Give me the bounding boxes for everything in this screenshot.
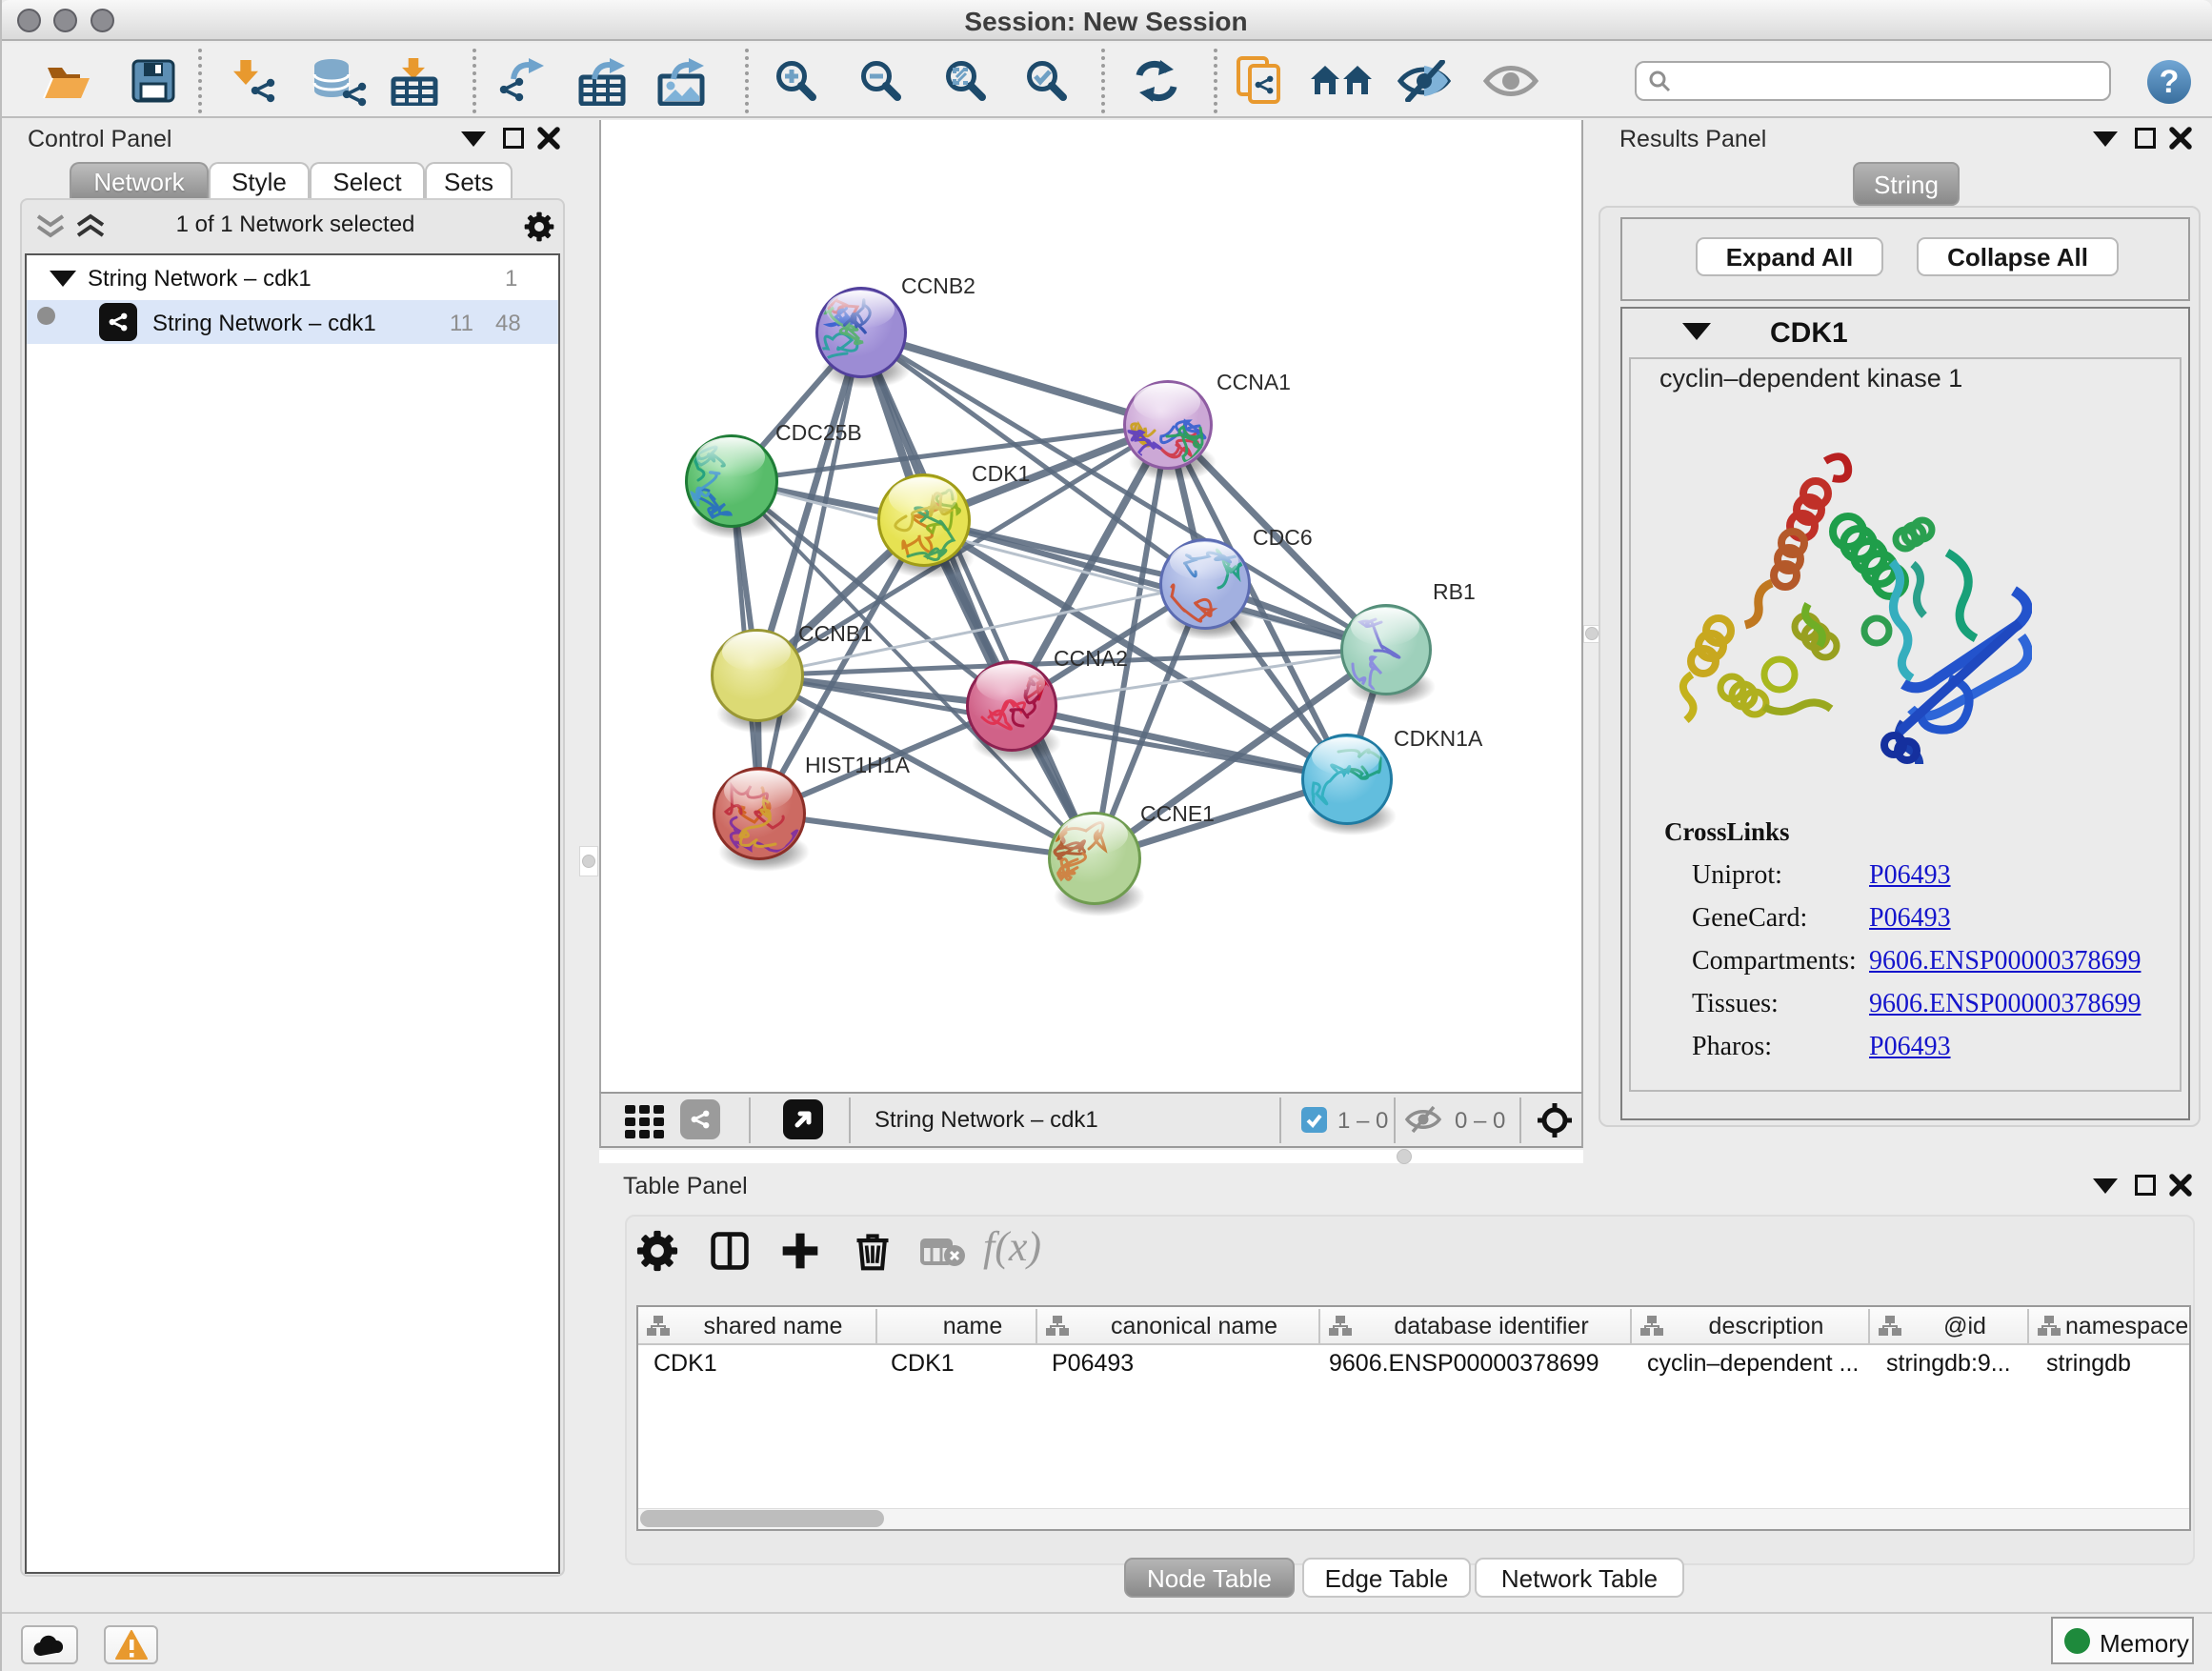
svg-text:CDC6: CDC6	[1253, 525, 1313, 550]
svg-text:CCNA1: CCNA1	[1217, 370, 1291, 394]
svg-text:HIST1H1A: HIST1H1A	[805, 753, 911, 777]
svg-text:CCNB1: CCNB1	[798, 621, 873, 646]
svg-text:CDC25B: CDC25B	[775, 420, 862, 445]
svg-text:CCNB2: CCNB2	[901, 273, 975, 298]
svg-text:CCNE1: CCNE1	[1140, 801, 1215, 826]
svg-text:CDK1: CDK1	[972, 461, 1030, 486]
svg-text:CCNA2: CCNA2	[1054, 646, 1128, 671]
svg-text:CDKN1A: CDKN1A	[1394, 726, 1483, 751]
svg-text:RB1: RB1	[1433, 579, 1476, 604]
